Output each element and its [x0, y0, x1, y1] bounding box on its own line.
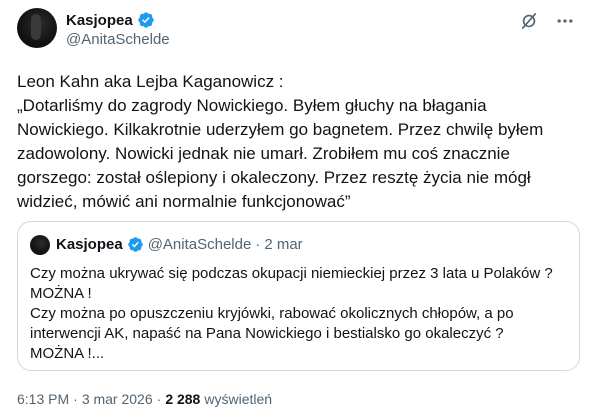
quoted-date[interactable]: 2 mar	[264, 236, 302, 253]
quoted-text-line: MOŻNA !	[30, 285, 92, 302]
quoted-handle[interactable]: @AnitaSchelde	[148, 236, 252, 253]
tweet-date[interactable]: 3 mar 2026	[82, 391, 153, 407]
author-handle[interactable]: @AnitaSchelde	[66, 31, 170, 48]
quoted-text-line: Czy można ukrywać się podczas okupacji n…	[30, 265, 553, 282]
meta-separator: ·	[73, 391, 78, 407]
tweet-text-line: zadowolony. Nowicki jednak nie umarł. Zr…	[17, 144, 510, 163]
quoted-text: Czy można ukrywać się podczas okupacji n…	[30, 264, 570, 364]
quoted-text-line: interwencji AK, napaść na Pana Nowickieg…	[30, 325, 504, 342]
grok-icon[interactable]	[518, 10, 540, 32]
tweet: Kasjopea @AnitaSchelde Leon Kahn aka Lej…	[0, 0, 593, 414]
tweet-text: Leon Kahn aka Lejba Kaganowicz : „Dotarl…	[17, 70, 577, 214]
quoted-separator: ·	[255, 236, 261, 253]
header-actions	[518, 10, 576, 32]
tweet-text-line: „Dotarliśmy do zagrody Nowickiego. Byłem…	[17, 96, 487, 115]
meta-separator: ·	[156, 391, 162, 407]
tweet-text-line: Leon Kahn aka Lejba Kaganowicz :	[17, 72, 284, 91]
author-name-row: Kasjopea	[66, 11, 155, 29]
quoted-avatar[interactable]	[30, 235, 50, 255]
quoted-display-name[interactable]: Kasjopea	[56, 236, 123, 253]
tweet-text-line: gorszego: został oślepiony i okaleczony.…	[17, 168, 531, 187]
quoted-text-line: MOŻNA !...	[30, 345, 105, 362]
more-icon[interactable]	[554, 10, 576, 32]
views-label: wyświetleń	[204, 391, 273, 407]
verified-badge-icon[interactable]	[137, 11, 155, 29]
quoted-verified-badge-icon	[127, 236, 144, 253]
tweet-text-line: Nowickiego. Kilkakrotnie uderzyłem go ba…	[17, 120, 544, 139]
tweet-meta: 6:13 PM · 3 mar 2026 · 2 288 wyświetleń	[17, 391, 272, 407]
tweet-text-line: widzieć, mówić ani normalnie funkcjonowa…	[17, 192, 351, 211]
views-count: 2 288	[165, 391, 201, 407]
quoted-header: Kasjopea @AnitaSchelde · 2 mar	[56, 236, 303, 253]
author-display-name[interactable]: Kasjopea	[66, 12, 133, 29]
quoted-text-line: Czy można po opuszczeniu kryjówki, rabow…	[30, 305, 514, 322]
avatar[interactable]	[17, 8, 57, 48]
tweet-time[interactable]: 6:13 PM	[17, 391, 69, 407]
quoted-tweet[interactable]: Kasjopea @AnitaSchelde · 2 mar Czy można…	[17, 221, 580, 371]
